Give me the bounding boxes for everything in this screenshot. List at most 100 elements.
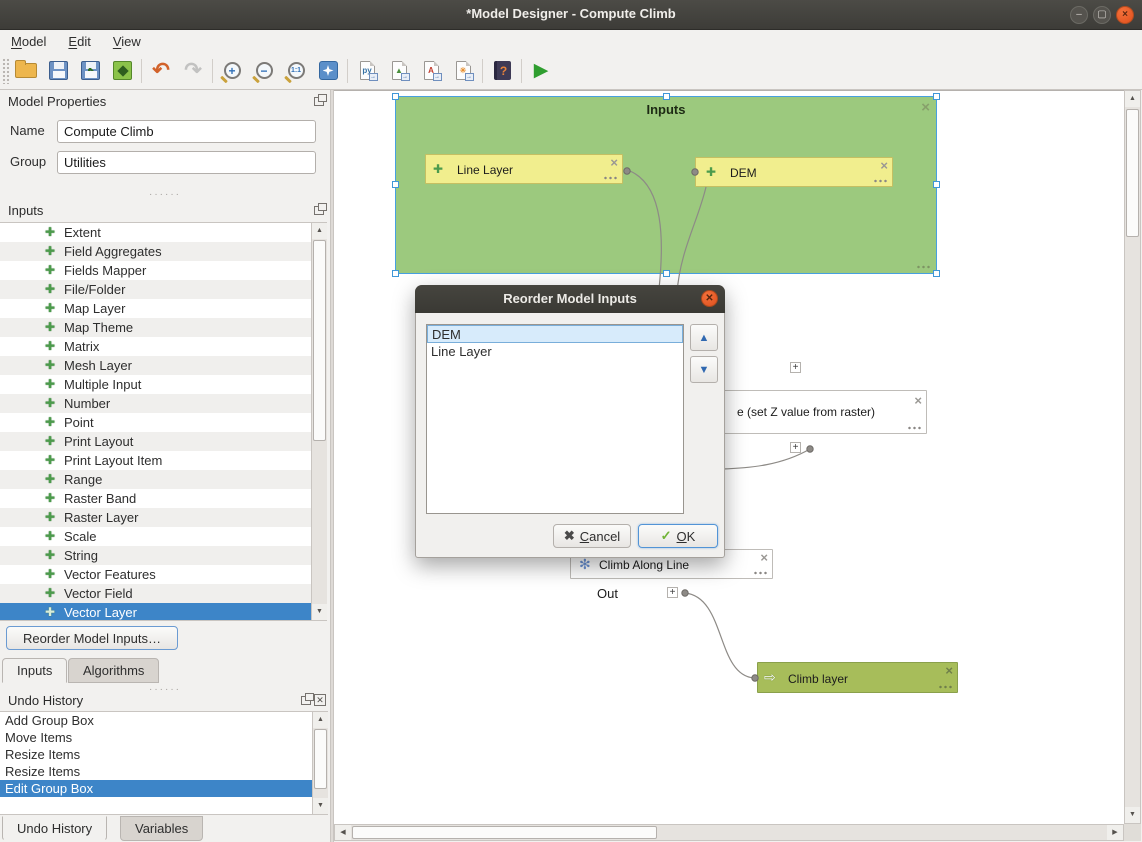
tab-inputs[interactable]: Inputs bbox=[2, 658, 67, 683]
toolbar-grip[interactable] bbox=[2, 58, 10, 84]
close-button[interactable]: × bbox=[1116, 6, 1134, 24]
scroll-left-icon[interactable]: ◀ bbox=[335, 825, 351, 840]
dialog-list-item-dem[interactable]: DEM bbox=[427, 325, 683, 343]
options-dots-icon[interactable] bbox=[907, 426, 921, 430]
input-type-vector-layer[interactable]: ✚Vector Layer bbox=[0, 603, 327, 621]
input-type-string[interactable]: ✚String bbox=[0, 546, 327, 565]
zoom-in-button[interactable]: + bbox=[216, 56, 248, 86]
open-model-button[interactable] bbox=[10, 56, 42, 86]
scrollbar-thumb[interactable] bbox=[1126, 109, 1139, 237]
node-climb-layer[interactable]: ⇨ Climb layer × bbox=[757, 662, 958, 693]
input-type-mesh-layer[interactable]: ✚Mesh Layer bbox=[0, 356, 327, 375]
dock-splitter-handle[interactable]: ······ bbox=[0, 192, 330, 198]
expand-link-icon[interactable]: + bbox=[790, 362, 801, 373]
zoom-full-button[interactable] bbox=[312, 56, 344, 86]
detach-panel-icon[interactable] bbox=[314, 206, 324, 215]
input-type-file-folder[interactable]: ✚File/Folder bbox=[0, 280, 327, 299]
scroll-up-icon[interactable]: ▲ bbox=[312, 223, 327, 239]
options-dots-icon[interactable] bbox=[916, 265, 930, 269]
move-down-button[interactable]: ▼ bbox=[690, 356, 718, 383]
tab-undo-history[interactable]: Undo History bbox=[2, 816, 107, 841]
input-type-range[interactable]: ✚Range bbox=[0, 470, 327, 489]
selection-handle[interactable] bbox=[933, 181, 940, 188]
inputs-list-scrollbar[interactable]: ▲ ▼ bbox=[311, 223, 327, 620]
undo-item[interactable]: Move Items bbox=[0, 729, 328, 746]
cancel-button[interactable]: ✖ Cancel bbox=[553, 524, 631, 548]
save-model-as-button[interactable]: ✎ bbox=[74, 56, 106, 86]
delete-node-icon[interactable]: × bbox=[880, 159, 888, 172]
input-type-vector-field[interactable]: ✚Vector Field bbox=[0, 584, 327, 603]
zoom-actual-button[interactable]: 1:1 bbox=[280, 56, 312, 86]
input-type-print-layout-item[interactable]: ✚Print Layout Item bbox=[0, 451, 327, 470]
selection-handle[interactable] bbox=[933, 93, 940, 100]
ok-button[interactable]: ✓ OK bbox=[638, 524, 718, 548]
node-dem[interactable]: ✚ DEM × bbox=[695, 157, 893, 187]
scroll-right-icon[interactable]: ▶ bbox=[1107, 825, 1123, 840]
delete-node-icon[interactable]: × bbox=[610, 156, 618, 169]
selection-handle[interactable] bbox=[392, 270, 399, 277]
scroll-up-icon[interactable]: ▲ bbox=[313, 712, 328, 728]
scrollbar-thumb[interactable] bbox=[314, 729, 327, 789]
options-dots-icon[interactable] bbox=[938, 685, 952, 689]
close-panel-icon[interactable]: ✕ bbox=[314, 694, 326, 706]
tab-variables[interactable]: Variables bbox=[120, 816, 203, 841]
options-dots-icon[interactable] bbox=[603, 176, 617, 180]
canvas-vertical-scrollbar[interactable]: ▲ ▼ bbox=[1124, 90, 1141, 824]
dialog-close-button[interactable]: ✕ bbox=[701, 290, 718, 307]
input-type-matrix[interactable]: ✚Matrix bbox=[0, 337, 327, 356]
model-group-input[interactable] bbox=[57, 151, 316, 174]
expand-link-icon[interactable]: + bbox=[667, 587, 678, 598]
export-python-button[interactable]: py→ bbox=[351, 56, 383, 86]
input-type-vector-features[interactable]: ✚Vector Features bbox=[0, 565, 327, 584]
detach-panel-icon[interactable] bbox=[301, 696, 311, 705]
delete-group-icon[interactable]: × bbox=[921, 99, 930, 116]
menu-edit[interactable]: Edit bbox=[57, 32, 101, 51]
delete-node-icon[interactable]: × bbox=[760, 551, 768, 564]
scroll-down-icon[interactable]: ▼ bbox=[312, 604, 327, 620]
model-name-input[interactable] bbox=[57, 120, 316, 143]
export-svg-button[interactable]: ✳→ bbox=[447, 56, 479, 86]
undo-item[interactable]: Resize Items bbox=[0, 746, 328, 763]
input-type-field-aggregates[interactable]: ✚Field Aggregates bbox=[0, 242, 327, 261]
expand-link-icon[interactable]: + bbox=[790, 442, 801, 453]
move-up-button[interactable]: ▲ bbox=[690, 324, 718, 351]
selection-handle[interactable] bbox=[663, 93, 670, 100]
input-type-print-layout[interactable]: ✚Print Layout bbox=[0, 432, 327, 451]
undo-button[interactable]: ↶ bbox=[145, 56, 177, 86]
undo-list-scrollbar[interactable]: ▲ ▼ bbox=[312, 712, 328, 814]
scroll-up-icon[interactable]: ▲ bbox=[1125, 91, 1140, 107]
undo-item-selected[interactable]: Edit Group Box bbox=[0, 780, 328, 797]
node-line-layer[interactable]: ✚ Line Layer × bbox=[425, 154, 623, 184]
dialog-titlebar[interactable]: Reorder Model Inputs ✕ bbox=[415, 285, 725, 313]
delete-node-icon[interactable]: × bbox=[945, 664, 953, 677]
menu-view[interactable]: View bbox=[102, 32, 152, 51]
scroll-down-icon[interactable]: ▼ bbox=[313, 798, 328, 814]
scrollbar-thumb[interactable] bbox=[313, 240, 326, 441]
input-type-extent[interactable]: ✚Extent bbox=[0, 223, 327, 242]
input-type-scale[interactable]: ✚Scale bbox=[0, 527, 327, 546]
detach-panel-icon[interactable] bbox=[314, 97, 324, 106]
undo-item[interactable]: Resize Items bbox=[0, 763, 328, 780]
input-type-map-theme[interactable]: ✚Map Theme bbox=[0, 318, 327, 337]
scrollbar-thumb[interactable] bbox=[352, 826, 657, 839]
menu-model[interactable]: Model bbox=[0, 32, 57, 51]
minimize-button[interactable]: – bbox=[1070, 6, 1088, 24]
scroll-down-icon[interactable]: ▼ bbox=[1125, 807, 1140, 823]
input-type-map-layer[interactable]: ✚Map Layer bbox=[0, 299, 327, 318]
dialog-list-item-line-layer[interactable]: Line Layer bbox=[427, 343, 683, 361]
selection-handle[interactable] bbox=[392, 181, 399, 188]
input-type-multiple-input[interactable]: ✚Multiple Input bbox=[0, 375, 327, 394]
reorder-model-inputs-button[interactable]: Reorder Model Inputs… bbox=[6, 626, 178, 650]
selection-handle[interactable] bbox=[933, 270, 940, 277]
maximize-button[interactable]: ▢ bbox=[1093, 6, 1111, 24]
input-type-number[interactable]: ✚Number bbox=[0, 394, 327, 413]
input-type-raster-band[interactable]: ✚Raster Band bbox=[0, 489, 327, 508]
undo-item[interactable]: Add Group Box bbox=[0, 712, 328, 729]
node-set-z-value[interactable]: e (set Z value from raster) × bbox=[700, 390, 927, 434]
zoom-out-button[interactable]: − bbox=[248, 56, 280, 86]
input-type-point[interactable]: ✚Point bbox=[0, 413, 327, 432]
canvas-horizontal-scrollbar[interactable]: ◀ ▶ bbox=[334, 824, 1124, 841]
save-model-button[interactable] bbox=[42, 56, 74, 86]
export-pdf-button[interactable]: A→ bbox=[415, 56, 447, 86]
input-type-raster-layer[interactable]: ✚Raster Layer bbox=[0, 508, 327, 527]
